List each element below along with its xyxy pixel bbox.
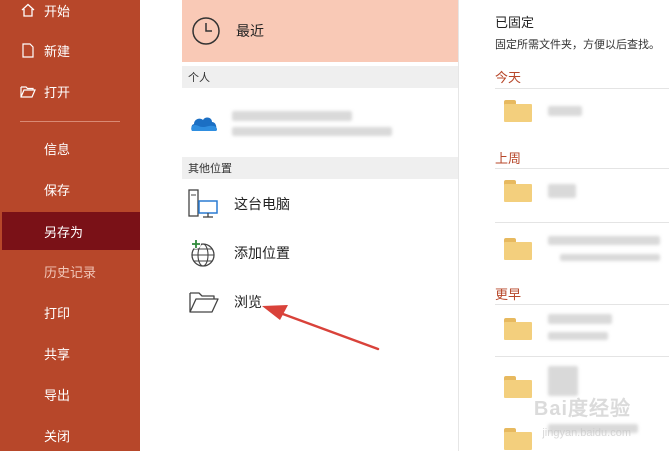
- folder-icon[interactable]: [504, 376, 532, 398]
- nav-history-label: 历史记录: [44, 264, 97, 280]
- group-last-week: 上周: [495, 151, 522, 166]
- group-today: 今天: [495, 70, 522, 85]
- folder-path-blurred: [560, 254, 660, 261]
- pinned-title: 已固定: [495, 15, 535, 30]
- nav-save-label: 保存: [44, 182, 71, 198]
- folders-panel: 已固定 固定所需文件夹，方便以后查找。 今天 上周 更早 Bai度经验 jing…: [460, 0, 669, 451]
- save-as-backstage: 开始 新建 打开 信息 保存 另存为 历史记录 打印 共享 导出 关闭 最近 个…: [0, 0, 669, 451]
- nav-print-label: 打印: [44, 305, 71, 321]
- nav-save-as[interactable]: 另存为: [2, 212, 140, 250]
- nav-share-label: 共享: [44, 346, 71, 362]
- nav-close[interactable]: 关闭: [0, 418, 140, 451]
- nav-open-label: 打开: [44, 84, 71, 100]
- location-recent-label: 最近: [236, 23, 264, 39]
- nav-divider: [20, 121, 120, 122]
- nav-print[interactable]: 打印: [0, 295, 140, 329]
- nav-new-label: 新建: [44, 43, 71, 59]
- folder-icon[interactable]: [504, 238, 532, 260]
- nav-export-label: 导出: [44, 387, 71, 403]
- nav-export[interactable]: 导出: [0, 377, 140, 411]
- nav-save-as-label: 另存为: [44, 224, 84, 240]
- folder-path-blurred: [548, 332, 608, 340]
- clock-icon: [190, 15, 222, 47]
- folder-name-blurred: [548, 184, 576, 198]
- folder-icon[interactable]: [504, 428, 532, 450]
- nav-home-label: 开始: [44, 3, 71, 19]
- group-separator: [495, 168, 669, 169]
- nav-info-label: 信息: [44, 141, 71, 157]
- location-recent[interactable]: 最近: [182, 0, 458, 62]
- nav-info[interactable]: 信息: [0, 131, 140, 165]
- annotation-arrow: [262, 305, 380, 351]
- computer-icon: [186, 187, 222, 221]
- folder-icon[interactable]: [504, 100, 532, 122]
- pinned-subtitle: 固定所需文件夹，方便以后查找。: [495, 39, 660, 51]
- watermark: Bai度经验: [533, 398, 631, 420]
- folder-name-blurred: [548, 314, 612, 324]
- onedrive-cloud-icon: [186, 106, 222, 140]
- folder-name-blurred: [548, 236, 660, 245]
- folder-icon[interactable]: [504, 180, 532, 202]
- onedrive-account-name-blurred: [232, 110, 352, 121]
- column-separator: [458, 0, 459, 451]
- nav-share[interactable]: 共享: [0, 336, 140, 370]
- location-this-pc-label: 这台电脑: [234, 196, 290, 212]
- new-document-icon: [20, 42, 36, 58]
- add-place-globe-icon: [186, 236, 222, 270]
- folder-name-blurred: [548, 106, 582, 116]
- location-onedrive[interactable]: [182, 98, 458, 148]
- locations-panel: 最近 个人 其他位置 这台电脑 添加位置 浏览: [140, 0, 460, 451]
- watermark-url: jingyan.baidu.com: [542, 427, 631, 439]
- browse-folder-icon: [186, 285, 222, 319]
- location-this-pc[interactable]: 这台电脑: [182, 181, 458, 227]
- group-separator: [495, 88, 669, 89]
- section-personal: 个人: [182, 66, 458, 88]
- nav-home[interactable]: 开始: [0, 0, 140, 27]
- location-add-place-label: 添加位置: [234, 245, 290, 261]
- folder-icon[interactable]: [504, 318, 532, 340]
- nav-open[interactable]: 打开: [0, 74, 140, 108]
- nav-save[interactable]: 保存: [0, 172, 140, 206]
- row-separator: [495, 356, 669, 357]
- onedrive-account-email-blurred: [232, 126, 392, 136]
- open-folder-icon: [20, 83, 36, 99]
- nav-close-label: 关闭: [44, 428, 71, 444]
- row-separator: [495, 222, 669, 223]
- home-icon: [20, 2, 36, 18]
- backstage-sidebar: 开始 新建 打开 信息 保存 另存为 历史记录 打印 共享 导出 关闭: [0, 0, 140, 451]
- nav-new[interactable]: 新建: [0, 33, 140, 67]
- nav-history[interactable]: 历史记录: [0, 254, 140, 288]
- location-add-place[interactable]: 添加位置: [182, 230, 458, 276]
- group-separator: [495, 304, 669, 305]
- section-other-locations: 其他位置: [182, 157, 458, 179]
- group-older: 更早: [495, 287, 522, 302]
